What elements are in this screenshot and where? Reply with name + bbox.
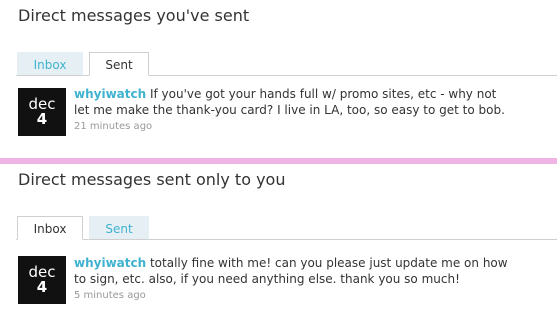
sent-panel-tabs: Inbox Sent — [16, 49, 557, 76]
tab-sent[interactable]: Sent — [89, 52, 149, 76]
avatar[interactable]: dec 4 — [18, 256, 66, 304]
message-timestamp[interactable]: 5 minutes ago — [74, 290, 514, 302]
received-messages-panel: Direct messages sent only to you Inbox S… — [0, 164, 557, 324]
received-panel-tabs: Inbox Sent — [16, 213, 557, 240]
message-timestamp[interactable]: 21 minutes ago — [74, 121, 514, 133]
avatar-text-line1: dec — [28, 95, 56, 113]
avatar-text-line1: dec — [28, 263, 56, 281]
message-item: whyiwatch totally fine with me! can you … — [74, 255, 514, 302]
sent-messages-panel: Direct messages you've sent Inbox Sent d… — [0, 0, 557, 158]
username-link[interactable]: whyiwatch — [74, 256, 146, 270]
avatar[interactable]: dec 4 — [18, 88, 66, 136]
message-item: whyiwatch If you've got your hands full … — [74, 86, 514, 133]
tab-sent[interactable]: Sent — [89, 216, 149, 240]
username-link[interactable]: whyiwatch — [74, 87, 146, 101]
avatar-text-line2: 4 — [36, 278, 48, 296]
tab-inbox[interactable]: Inbox — [17, 52, 83, 76]
received-panel-title: Direct messages sent only to you — [18, 170, 286, 189]
sent-panel-title: Direct messages you've sent — [18, 6, 250, 25]
tab-inbox[interactable]: Inbox — [17, 216, 83, 240]
avatar-text-line2: 4 — [36, 110, 48, 128]
